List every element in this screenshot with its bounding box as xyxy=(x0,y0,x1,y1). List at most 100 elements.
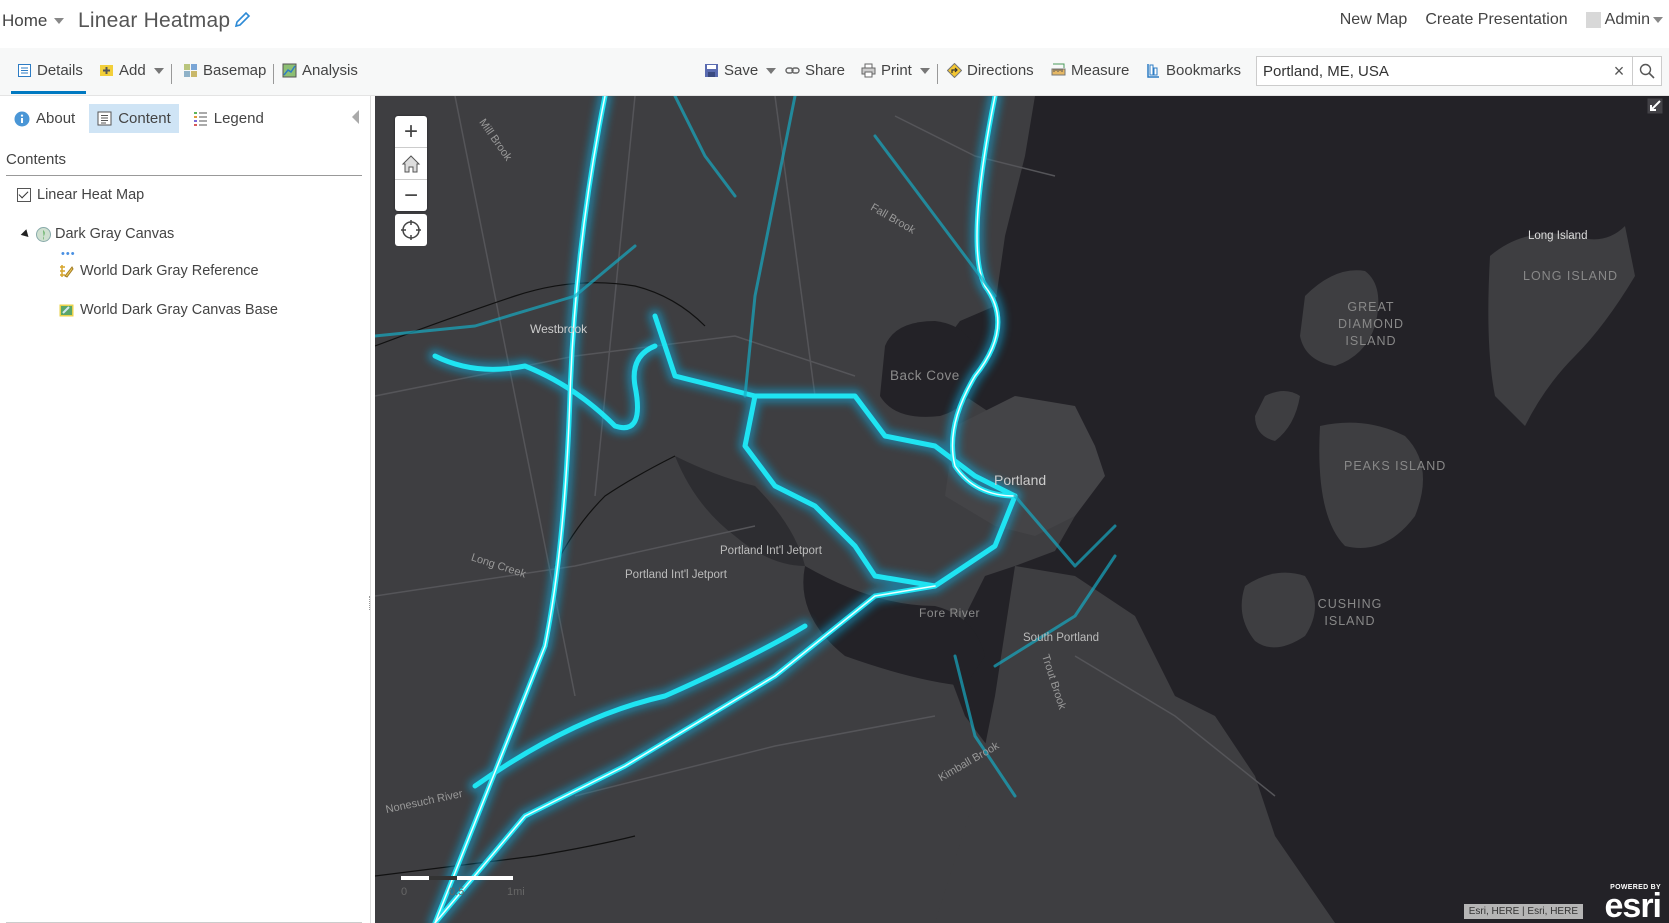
peaks-island xyxy=(1319,422,1423,548)
globe-icon xyxy=(36,226,51,242)
overview-map-toggle-icon[interactable] xyxy=(1647,98,1663,114)
measure-label: Measure xyxy=(1071,62,1130,79)
basemap-icon xyxy=(184,64,197,77)
search-input[interactable] xyxy=(1257,58,1606,84)
map-label-portland: Portland xyxy=(994,472,1047,488)
esri-logo[interactable]: POWERED BY esri xyxy=(1604,884,1662,923)
contents-heading: Contents xyxy=(6,151,67,168)
add-icon xyxy=(100,65,113,76)
layer-dark-gray-canvas[interactable]: Dark Gray Canvas xyxy=(20,226,175,242)
long-island xyxy=(1488,226,1635,426)
bookmark-icon xyxy=(1147,64,1159,78)
legend-icon xyxy=(193,112,207,126)
scale-label-half: 0.5 xyxy=(449,886,465,898)
layer-label: World Dark Gray Reference xyxy=(80,263,259,279)
sidebar-tabs: About Content Legend xyxy=(6,104,272,133)
panel-resize-handle[interactable] xyxy=(369,596,373,610)
home-menu[interactable]: Home xyxy=(2,11,65,31)
map-label-south-portland: South Portland xyxy=(1023,632,1100,644)
top-bar: Home Linear Heatmap New Map Create Prese… xyxy=(0,0,1669,48)
details-label: Details xyxy=(37,62,83,79)
measure-button[interactable]: Measure xyxy=(1051,62,1129,79)
toolbar: Details Add Basemap Analysis Save Share … xyxy=(0,48,1669,96)
map-view[interactable]: Westbrook Back Cove Portland Fore River … xyxy=(375,96,1669,923)
share-label: Share xyxy=(805,62,846,79)
print-button[interactable]: Print xyxy=(861,62,930,79)
tab-legend-label: Legend xyxy=(213,110,264,127)
directions-button[interactable]: Directions xyxy=(947,62,1034,79)
scale-segment xyxy=(401,876,429,880)
directions-label: Directions xyxy=(967,62,1034,79)
save-label: Save xyxy=(724,62,759,79)
scale-segment xyxy=(429,876,457,880)
more-options-icon[interactable]: ••• xyxy=(61,248,76,260)
home-label: Home xyxy=(2,11,48,30)
search-button[interactable] xyxy=(1632,57,1661,85)
layer-label: Dark Gray Canvas xyxy=(55,226,175,242)
details-icon xyxy=(18,64,31,77)
chevron-down-icon xyxy=(766,67,777,74)
tab-about[interactable]: About xyxy=(6,104,83,133)
directions-icon xyxy=(947,63,962,78)
cushing-island xyxy=(1241,572,1315,648)
attribution[interactable]: Esri, HERE | Esri, HERE xyxy=(1463,904,1583,919)
zoom-out-button[interactable]: − xyxy=(395,180,427,211)
avatar xyxy=(1585,12,1601,28)
layer-label: World Dark Gray Canvas Base xyxy=(80,302,278,318)
basemap-button[interactable]: Basemap xyxy=(183,62,266,79)
close-icon[interactable]: × xyxy=(1606,61,1632,82)
reference-layer-icon xyxy=(60,265,74,278)
tab-legend[interactable]: Legend xyxy=(185,104,272,133)
scale-label-one: 1mi xyxy=(507,886,525,898)
analysis-label: Analysis xyxy=(302,62,358,79)
divider xyxy=(937,64,938,84)
save-button[interactable]: Save xyxy=(704,62,777,79)
link-icon xyxy=(785,67,800,74)
search-icon xyxy=(1639,63,1655,79)
tab-content[interactable]: Content xyxy=(89,104,179,133)
tab-content-label: Content xyxy=(118,110,171,127)
analysis-button[interactable]: Analysis xyxy=(282,62,358,79)
user-menu[interactable]: Admin xyxy=(1585,11,1663,29)
share-button[interactable]: Share xyxy=(785,62,845,79)
zoom-in-button[interactable]: + xyxy=(395,116,427,148)
chevron-down-icon xyxy=(1653,17,1663,23)
collapse-panel-icon[interactable] xyxy=(352,110,359,124)
info-icon xyxy=(14,111,30,126)
add-label: Add xyxy=(119,62,146,79)
details-button[interactable]: Details xyxy=(17,62,83,79)
bookmarks-button[interactable]: Bookmarks xyxy=(1146,62,1241,79)
active-tab-indicator xyxy=(11,91,86,94)
map-label-jetport-2: Portland Int'l Jetport xyxy=(720,545,822,557)
layer-world-dark-gray-canvas-base[interactable]: World Dark Gray Canvas Base xyxy=(59,302,278,318)
zoom-controls: + − xyxy=(395,116,427,211)
locate-button[interactable] xyxy=(395,214,427,246)
print-label: Print xyxy=(881,62,912,79)
map-label-peaks-island: PEAKS ISLAND xyxy=(1344,459,1447,473)
basemap-label: Basemap xyxy=(203,62,267,79)
layer-visibility-checkbox[interactable] xyxy=(17,188,31,202)
chevron-down-icon xyxy=(54,18,65,24)
scale-segment xyxy=(457,876,485,880)
scale-segment xyxy=(485,876,513,880)
home-extent-button[interactable] xyxy=(395,148,427,180)
analysis-icon xyxy=(282,63,297,78)
map-label-long-island: LONG ISLAND xyxy=(1523,269,1619,283)
printer-icon xyxy=(861,63,876,78)
create-presentation-link[interactable]: Create Presentation xyxy=(1425,11,1567,29)
content-icon xyxy=(97,111,112,126)
add-button[interactable]: Add xyxy=(99,62,164,79)
layer-world-dark-gray-reference[interactable]: World Dark Gray Reference xyxy=(59,263,259,279)
map-label-long-island-point: Long Island xyxy=(1528,230,1588,242)
map-label-fore-river: Fore River xyxy=(919,606,981,620)
logo-name: esri xyxy=(1604,887,1662,923)
map-label-back-cove: Back Cove xyxy=(890,368,960,383)
expand-triangle-icon[interactable] xyxy=(20,228,32,240)
tab-about-label: About xyxy=(36,110,76,127)
pencil-icon[interactable] xyxy=(233,11,251,29)
layer-linear-heat-map[interactable]: Linear Heat Map xyxy=(17,187,144,203)
new-map-link[interactable]: New Map xyxy=(1340,11,1408,29)
divider xyxy=(273,64,274,84)
chevron-down-icon xyxy=(153,67,164,74)
crosshair-icon xyxy=(401,220,421,240)
